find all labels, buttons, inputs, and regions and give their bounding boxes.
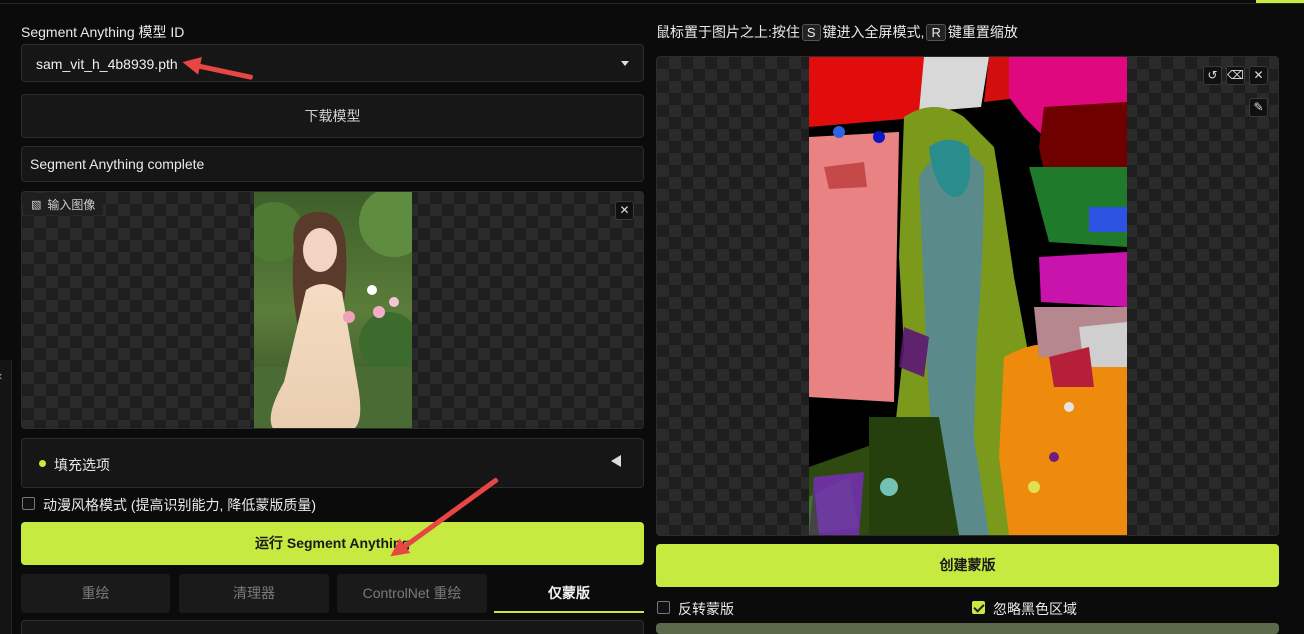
status-text: Segment Anything complete bbox=[30, 156, 205, 172]
top-border bbox=[0, 0, 1304, 4]
invert-mask-checkbox[interactable] bbox=[657, 601, 670, 614]
hint-key-r: R bbox=[926, 24, 946, 41]
tab-mask-only[interactable]: 仅蒙版 bbox=[494, 574, 644, 613]
fill-options-accordion[interactable]: 填充选项 bbox=[21, 438, 644, 488]
hint-suffix: 键重置缩放 bbox=[947, 24, 1018, 40]
model-id-dropdown[interactable]: sam_vit_h_4b8939.pth bbox=[21, 44, 644, 82]
model-id-label: Segment Anything 模型 ID bbox=[21, 24, 185, 40]
hint-key-s: S bbox=[801, 24, 821, 41]
sidebar-handle[interactable]: ‹ bbox=[0, 360, 12, 634]
hint-prefix: 鼠标置于图片之上:按住 bbox=[656, 24, 800, 40]
anime-mode-label: 动漫风格模式 (提高识别能力, 降低蒙版质量) bbox=[43, 497, 316, 513]
segment-result-canvas[interactable]: ↺ ⌫ ✕ ✎ bbox=[656, 56, 1279, 536]
hint-middle: 键进入全屏模式, bbox=[822, 24, 925, 40]
fullscreen-hint: 鼠标置于图片之上:按住 S 键进入全屏模式, R 键重置缩放 bbox=[656, 22, 1018, 42]
download-model-button[interactable]: 下载模型 bbox=[21, 94, 644, 138]
model-id-value: sam_vit_h_4b8939.pth bbox=[36, 56, 178, 72]
input-image-panel[interactable]: ▧ 输入图像 ✕ bbox=[21, 191, 644, 429]
fill-options-label: 填充选项 bbox=[54, 457, 110, 473]
triangle-left-icon bbox=[611, 455, 621, 467]
anime-mode-checkbox[interactable] bbox=[22, 497, 35, 510]
input-image-label: ▧ 输入图像 bbox=[23, 193, 104, 215]
chevron-left-icon: ‹ bbox=[0, 368, 2, 383]
tab-inpaint[interactable]: 重绘 bbox=[21, 574, 170, 613]
input-image-label-text: 输入图像 bbox=[47, 197, 96, 212]
brush-icon[interactable]: ✎ bbox=[1249, 98, 1268, 117]
ignore-black-checkbox[interactable] bbox=[972, 601, 985, 614]
close-icon[interactable]: ✕ bbox=[615, 201, 634, 220]
next-panel-preview bbox=[656, 623, 1279, 634]
status-dot-icon bbox=[39, 460, 46, 467]
undo-icon[interactable]: ↺ bbox=[1203, 66, 1222, 85]
bottom-panel bbox=[21, 620, 644, 634]
status-box: Segment Anything complete bbox=[21, 146, 644, 182]
ignore-black-label: 忽略黑色区域 bbox=[993, 601, 1077, 617]
eraser-icon[interactable]: ⌫ bbox=[1226, 66, 1245, 85]
run-segment-anything-button[interactable]: 运行 Segment Anything bbox=[21, 522, 644, 565]
create-mask-button[interactable]: 创建蒙版 bbox=[656, 544, 1279, 587]
chevron-down-icon bbox=[621, 61, 629, 66]
segmentation-map bbox=[809, 57, 1127, 535]
input-photo bbox=[254, 192, 412, 428]
top-accent-bar bbox=[1256, 0, 1304, 3]
tab-cleaner[interactable]: 清理器 bbox=[179, 574, 329, 613]
right-panel: 鼠标置于图片之上:按住 S 键进入全屏模式, R 键重置缩放 ↺ ⌫ ✕ ✎ 创… bbox=[651, 10, 1304, 634]
invert-mask-label: 反转蒙版 bbox=[678, 601, 734, 617]
tab-controlnet-inpaint[interactable]: ControlNet 重绘 bbox=[337, 574, 487, 613]
close-icon[interactable]: ✕ bbox=[1249, 66, 1268, 85]
image-icon: ▧ bbox=[31, 198, 42, 211]
left-panel: Segment Anything 模型 ID sam_vit_h_4b8939.… bbox=[13, 10, 651, 634]
